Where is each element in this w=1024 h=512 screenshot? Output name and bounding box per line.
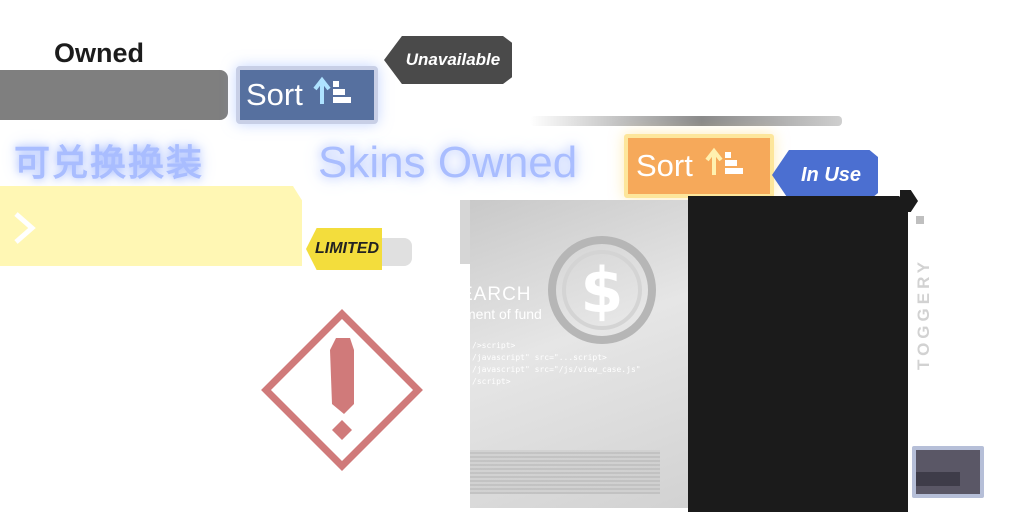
warning-diamond-icon xyxy=(260,308,424,477)
card-code-text: />script> /javascript" src="...script> /… xyxy=(472,341,641,386)
card-sub-text: ment of fund xyxy=(470,306,542,322)
unavailable-badge: Unavailable xyxy=(384,36,512,84)
toggery-marker xyxy=(916,216,924,224)
sort-button-label: Sort xyxy=(246,77,303,112)
mini-panel-bar xyxy=(916,472,960,486)
header-divider xyxy=(530,116,842,126)
sort-button-primary[interactable]: Sort xyxy=(236,66,378,124)
limited-badge-tail xyxy=(382,238,412,266)
dollar-coin-icon: $ xyxy=(542,230,662,355)
sort-ascending-icon xyxy=(705,147,745,185)
skin-detail-panel xyxy=(688,196,908,512)
skins-owned-title: Skins Owned xyxy=(318,138,578,187)
sort-button-secondary[interactable]: Sort xyxy=(624,134,774,198)
limited-badge: LIMITED xyxy=(306,228,382,270)
card-bracket xyxy=(460,200,470,264)
in-use-badge: In Use xyxy=(772,150,878,200)
skin-preview-card[interactable]: $ EARCH ment of fund />script> /javascri… xyxy=(470,200,688,508)
chevron-right-icon[interactable] xyxy=(10,208,40,253)
sort-button-label: Sort xyxy=(636,148,693,183)
owned-tab-bar[interactable] xyxy=(0,70,228,120)
selected-item-panel[interactable] xyxy=(0,186,302,266)
mini-panel-button[interactable] xyxy=(912,446,984,498)
svg-text:$: $ xyxy=(580,254,623,327)
card-stripe xyxy=(470,450,660,494)
redeemable-skins-title: 可兑换换装 xyxy=(14,143,205,184)
card-search-text: EARCH xyxy=(470,284,532,305)
sort-ascending-icon xyxy=(313,76,353,114)
owned-tab-label: Owned xyxy=(54,38,145,68)
toggery-label: TOGGERY xyxy=(914,257,933,370)
faint-decoration xyxy=(396,97,516,109)
panel-arrow-tip xyxy=(900,190,918,212)
